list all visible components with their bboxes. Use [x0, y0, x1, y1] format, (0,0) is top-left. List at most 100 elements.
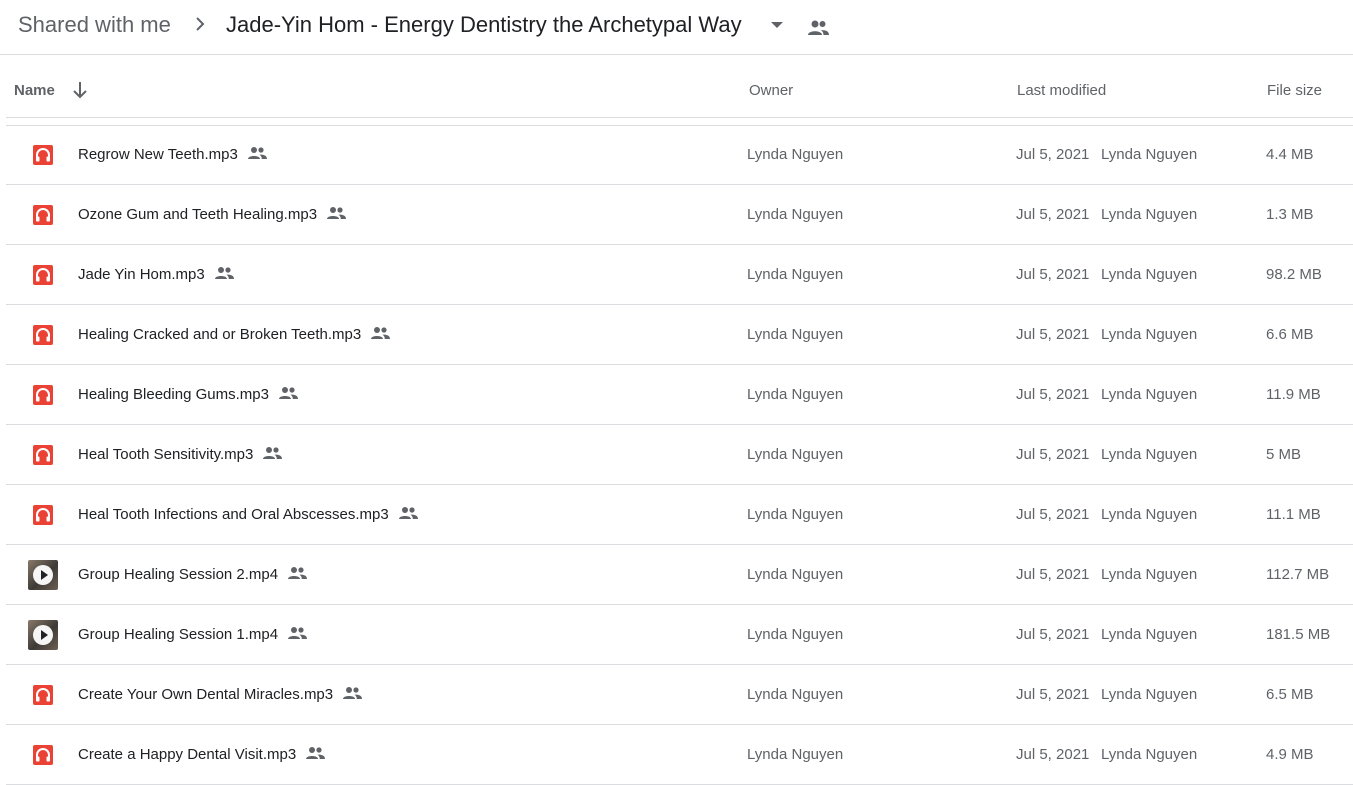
file-modified-by: Lynda Nguyen — [1101, 206, 1198, 223]
file-modified-by: Lynda Nguyen — [1101, 446, 1198, 463]
file-name-text: Create Your Own Dental Miracles.mp3 — [78, 686, 334, 703]
file-owner: Lynda Nguyen — [747, 686, 844, 703]
file-modified-by: Lynda Nguyen — [1101, 506, 1198, 523]
file-modified-by: Lynda Nguyen — [1101, 386, 1198, 403]
file-size: 4.9 MB — [1266, 746, 1314, 763]
headphones-icon — [33, 145, 53, 165]
headphones-icon — [33, 205, 53, 225]
file-owner: Lynda Nguyen — [747, 746, 844, 763]
file-name-text: Jade Yin Hom.mp3 — [78, 266, 205, 283]
shared-icon — [246, 146, 268, 160]
file-modified-date: Jul 5, 2021 — [1016, 386, 1090, 403]
file-name[interactable]: Create a Happy Dental Visit.mp3 — [78, 746, 326, 764]
file-name-text: Ozone Gum and Teeth Healing.mp3 — [78, 206, 318, 223]
shared-icon — [325, 206, 347, 220]
file-name[interactable]: Regrow New Teeth.mp3 — [78, 146, 268, 164]
file-modified-by: Lynda Nguyen — [1101, 746, 1198, 763]
play-icon — [33, 565, 53, 585]
file-modified-by: Lynda Nguyen — [1101, 266, 1198, 283]
file-name-text: Healing Bleeding Gums.mp3 — [78, 386, 269, 403]
file-row[interactable]: Create a Happy Dental Visit.mp3 Lynda Ngu… — [6, 725, 1353, 785]
file-name-text: Heal Tooth Sensitivity.mp3 — [78, 446, 254, 463]
file-name[interactable]: Create Your Own Dental Miracles.mp3 — [78, 686, 363, 704]
file-modified-by: Lynda Nguyen — [1101, 626, 1198, 643]
file-name[interactable]: Heal Tooth Sensitivity.mp3 — [78, 446, 283, 464]
file-modified-by: Lynda Nguyen — [1101, 686, 1198, 703]
file-name-text: Heal Tooth Infections and Oral Abscesses… — [78, 506, 389, 523]
file-name[interactable]: Ozone Gum and Teeth Healing.mp3 — [78, 206, 347, 224]
shared-icon — [369, 326, 391, 340]
file-modified-date: Jul 5, 2021 — [1016, 266, 1090, 283]
file-size: 11.9 MB — [1266, 386, 1321, 403]
headphones-icon — [33, 385, 53, 405]
file-size: 6.5 MB — [1266, 686, 1314, 703]
file-size: 4.4 MB — [1266, 146, 1314, 163]
column-header-last-modified[interactable]: Last modified — [1017, 82, 1106, 100]
file-name[interactable]: Jade Yin Hom.mp3 — [78, 266, 235, 284]
sort-arrow-down-icon[interactable] — [70, 80, 90, 100]
column-header-owner: Owner — [749, 82, 794, 99]
breadcrumb-shared-with-me[interactable]: Shared with me — [18, 11, 171, 39]
headphones-icon — [33, 265, 53, 285]
file-owner: Lynda Nguyen — [747, 446, 844, 463]
file-owner: Lynda Nguyen — [747, 626, 844, 643]
file-modified-date: Jul 5, 2021 — [1016, 566, 1090, 583]
file-row[interactable]: Heal Tooth Sensitivity.mp3 Lynda Nguyen Ju… — [6, 425, 1353, 485]
file-modified-date: Jul 5, 2021 — [1016, 446, 1090, 463]
file-row[interactable]: Create Your Own Dental Miracles.mp3 Lynda… — [6, 665, 1353, 725]
file-name[interactable]: Heal Tooth Infections and Oral Abscesses… — [78, 506, 419, 524]
shared-icon — [261, 446, 283, 460]
file-name-text: Regrow New Teeth.mp3 — [78, 146, 238, 163]
file-name-text: Group Healing Session 1.mp4 — [78, 626, 279, 643]
file-row[interactable]: Healing Cracked and or Broken Teeth.mp3 L… — [6, 305, 1353, 365]
file-row[interactable]: Group Healing Session 1.mp4 Lynda Nguyen J… — [6, 605, 1353, 665]
shared-icon — [304, 746, 326, 760]
file-row[interactable]: Healing Bleeding Gums.mp3 Lynda Nguyen Jul… — [6, 365, 1353, 425]
file-modified-by: Lynda Nguyen — [1101, 146, 1198, 163]
file-name[interactable]: Healing Cracked and or Broken Teeth.mp3 — [78, 326, 391, 344]
file-name[interactable]: Group Healing Session 2.mp4 — [78, 566, 308, 584]
column-header-name[interactable]: Name — [14, 82, 55, 100]
file-owner: Lynda Nguyen — [747, 326, 844, 343]
file-name-text: Create a Happy Dental Visit.mp3 — [78, 746, 297, 763]
file-owner: Lynda Nguyen — [747, 566, 844, 583]
file-list: Regrow New Teeth.mp3 Lynda Nguyen Jul 5, 2… — [6, 125, 1353, 785]
file-size: 6.6 MB — [1266, 326, 1314, 343]
breadcrumb-current-folder[interactable]: Jade-Yin Hom - Energy Dentistry the Arch… — [226, 11, 742, 39]
file-size: 5 MB — [1266, 446, 1302, 463]
file-size: 1.3 MB — [1266, 206, 1314, 223]
headphones-icon — [33, 745, 53, 765]
shared-icon — [341, 686, 363, 700]
file-owner: Lynda Nguyen — [747, 506, 844, 523]
file-size: 11.1 MB — [1266, 506, 1321, 523]
video-thumbnail-icon — [28, 560, 58, 590]
shared-icon — [286, 626, 308, 640]
breadcrumb-bar: Shared with me Jade-Yin Hom - Energy Den… — [0, 0, 1353, 55]
shared-folder-icon — [808, 20, 829, 35]
file-row[interactable]: Heal Tooth Infections and Oral Abscesses… — [6, 485, 1353, 545]
file-modified-date: Jul 5, 2021 — [1016, 326, 1090, 343]
file-modified-date: Jul 5, 2021 — [1016, 746, 1090, 763]
file-row[interactable]: Ozone Gum and Teeth Healing.mp3 Lynda Ngu… — [6, 185, 1353, 245]
file-name[interactable]: Group Healing Session 1.mp4 — [78, 626, 308, 644]
file-modified-date: Jul 5, 2021 — [1016, 506, 1090, 523]
headphones-icon — [33, 325, 53, 345]
file-size: 98.2 MB — [1266, 266, 1322, 283]
headphones-icon — [33, 505, 53, 525]
file-row[interactable]: Group Healing Session 2.mp4 Lynda Nguyen J… — [6, 545, 1353, 605]
file-owner: Lynda Nguyen — [747, 266, 844, 283]
shared-icon — [277, 386, 299, 400]
column-header-file-size: File size — [1267, 82, 1323, 99]
dropdown-arrow-icon[interactable] — [769, 20, 785, 30]
file-size: 112.7 MB — [1266, 566, 1330, 583]
video-thumbnail-icon — [28, 620, 58, 650]
file-owner: Lynda Nguyen — [747, 146, 844, 163]
file-modified-date: Jul 5, 2021 — [1016, 206, 1090, 223]
headphones-icon — [33, 685, 53, 705]
file-row[interactable]: Regrow New Teeth.mp3 Lynda Nguyen Jul 5, 2… — [6, 125, 1353, 185]
file-name[interactable]: Healing Bleeding Gums.mp3 — [78, 386, 299, 404]
shared-icon — [286, 566, 308, 580]
file-owner: Lynda Nguyen — [747, 206, 844, 223]
file-row[interactable]: Jade Yin Hom.mp3 Lynda Nguyen Jul 5, 2021 L… — [6, 245, 1353, 305]
file-name-text: Healing Cracked and or Broken Teeth.mp3 — [78, 326, 362, 343]
